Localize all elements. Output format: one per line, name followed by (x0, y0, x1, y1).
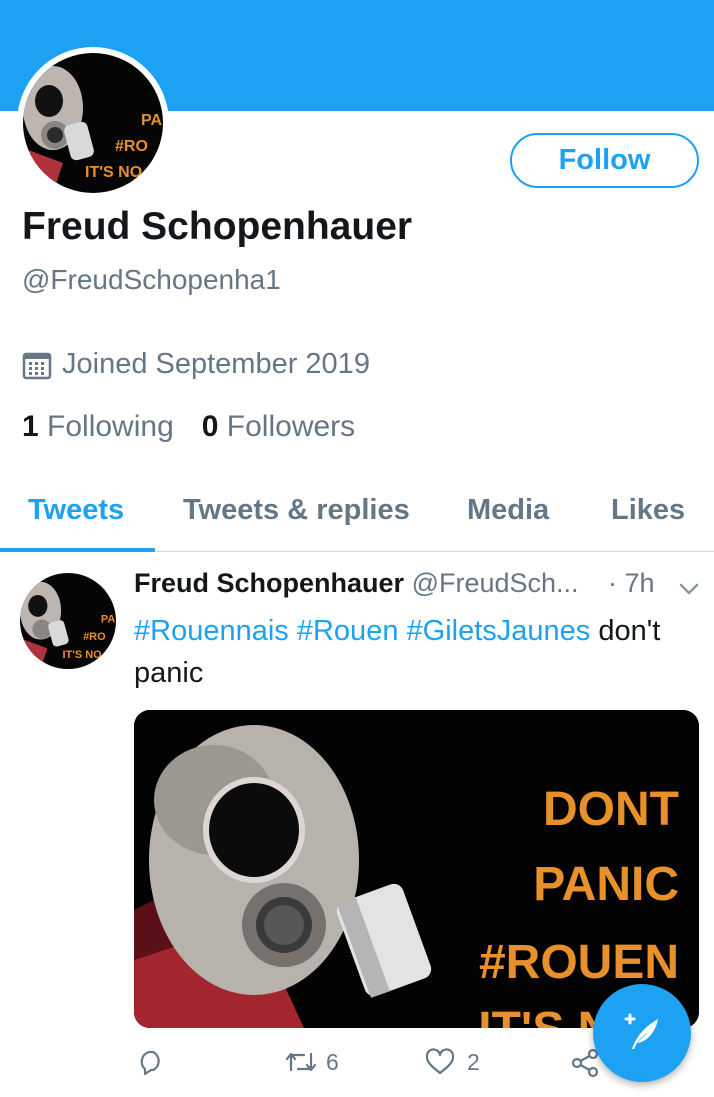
like-button[interactable]: 2 (425, 1048, 480, 1076)
following-count: 1 (22, 410, 39, 443)
media-text-2: PANIC (533, 858, 679, 911)
tweet-author-handle[interactable]: @FreudSch... (412, 568, 579, 598)
followers-label: Followers (226, 410, 356, 443)
tweet-media-image[interactable]: DONT PANIC #ROUEN IT'S NOT (134, 710, 699, 1028)
profile-display-name: Freud Schopenhauer (22, 205, 413, 248)
follow-stats: 1 Following 0 Followers (22, 410, 383, 444)
tweet-text-line2: panic (134, 657, 204, 689)
caret-down-icon[interactable] (678, 578, 700, 600)
media-text-3: #ROUEN (479, 936, 679, 989)
retweet-button[interactable]: 6 (284, 1048, 339, 1076)
tweet-avatar-text-3: IT'S NO (63, 649, 103, 661)
tweet-timestamp[interactable]: · 7h (608, 568, 655, 599)
compose-feather-icon (624, 1013, 658, 1049)
following-stat[interactable]: 1 Following (22, 410, 174, 444)
like-count: 2 (467, 1048, 480, 1075)
retweet-count: 6 (326, 1048, 339, 1075)
following-label: Following (47, 410, 174, 443)
tab-likes[interactable]: Likes (611, 494, 685, 527)
compose-tweet-button[interactable] (593, 984, 691, 1082)
retweet-icon (285, 1052, 317, 1072)
calendar-icon (22, 352, 52, 379)
like-icon (425, 1048, 455, 1075)
joined-date: Joined September 2019 (22, 348, 370, 381)
tweet-text: #Rouennais #Rouen #GiletsJaunes don't pa… (134, 610, 694, 694)
joined-text: Joined September 2019 (62, 348, 370, 380)
tweet-text-rest: don't (598, 615, 661, 647)
profile-tabs: Tweets Tweets & replies Media Likes (0, 478, 714, 552)
hashtag-link[interactable]: #GiletsJaunes (407, 615, 591, 647)
share-button[interactable] (570, 1048, 600, 1078)
tab-media[interactable]: Media (467, 494, 549, 527)
tweet-header: Freud Schopenhauer @FreudSch... (134, 568, 579, 599)
avatar-text-3: IT'S NO (85, 164, 142, 181)
share-icon (571, 1048, 599, 1078)
avatar-text-2: #RO (115, 138, 148, 155)
reply-icon (140, 1050, 160, 1076)
follow-button[interactable]: Follow (510, 133, 699, 188)
hashtag-link[interactable]: #Rouen (297, 615, 399, 647)
tweet-avatar-image: PA #RO IT'S NO (20, 573, 116, 669)
reply-button[interactable] (137, 1048, 165, 1076)
tweet-media-art: DONT PANIC #ROUEN IT'S NOT (134, 710, 699, 1028)
media-text-1: DONT (543, 783, 679, 836)
tweet-avatar-text-1: PA (101, 613, 116, 625)
followers-count: 0 (201, 410, 219, 443)
avatar-text-1: PA (141, 112, 162, 129)
active-tab-indicator (0, 548, 155, 552)
tab-tweets-replies[interactable]: Tweets & replies (183, 494, 410, 527)
tweet-avatar[interactable]: PA #RO IT'S NO (20, 573, 116, 669)
tab-tweets[interactable]: Tweets (28, 494, 124, 527)
tweet-avatar-text-2: #RO (83, 631, 106, 643)
hashtag-link[interactable]: #Rouennais (134, 615, 289, 647)
tweet-author-name[interactable]: Freud Schopenhauer (134, 568, 404, 598)
followers-stat[interactable]: 0 Followers (202, 410, 355, 444)
profile-handle: @FreudSchopenha1 (22, 264, 281, 295)
avatar-image: PA #RO IT'S NO (23, 53, 163, 193)
profile-avatar[interactable]: PA #RO IT'S NO (17, 47, 169, 199)
